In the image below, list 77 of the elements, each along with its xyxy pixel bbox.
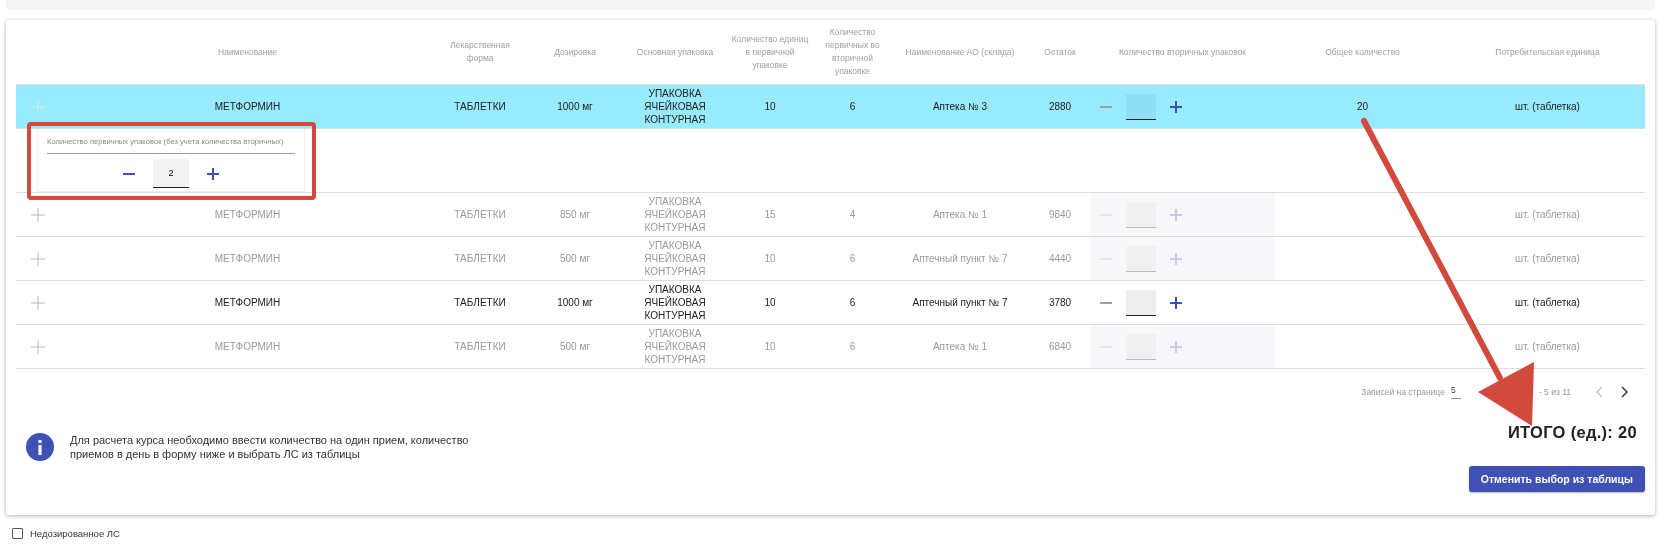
checkbox-label: Недозированное ЛС bbox=[30, 528, 120, 539]
expand-plus-icon[interactable] bbox=[31, 295, 45, 310]
name-cell: МЕТФОРМИН bbox=[214, 297, 281, 308]
dosage-cell: 850 мг bbox=[560, 209, 590, 220]
form-cell: ТАБЛЕТКИ bbox=[454, 253, 506, 264]
table-row[interactable]: МЕТФОРМИН ТАБЛЕТКИ 1000 мг УПАКОВКА ЯЧЕЙКОВАЯ КОНТУРНАЯ 10 6 Аптечный пункт № 7 3780 шт. (таблетка) bbox=[16, 280, 1645, 325]
dosage-cell: 500 мг bbox=[560, 341, 590, 352]
column-header: Количество единиц в первичной упаковке bbox=[731, 33, 809, 70]
quantity-field[interactable] bbox=[1126, 289, 1156, 316]
units-cell: 10 bbox=[764, 101, 776, 112]
column-header: Остаток bbox=[1044, 46, 1076, 57]
stock-cell: 9840 bbox=[1048, 209, 1072, 220]
name-cell: МЕТФОРМИН bbox=[214, 253, 281, 264]
rows-per-page-select[interactable]: 5 bbox=[1450, 385, 1461, 399]
dosage-cell: 500 мг bbox=[560, 253, 590, 264]
info-message: Для расчета курса необходимо ввести количество на один прием, количество приемов в день в форму ниже и выбрать ЛС из таблицы bbox=[70, 433, 470, 461]
page-range: - 5 из 11 bbox=[1538, 387, 1571, 397]
name-cell: МЕТФОРМИН bbox=[214, 101, 281, 112]
stock-cell: 4440 bbox=[1048, 253, 1072, 264]
unit-cell: шт. (таблетка) bbox=[1515, 209, 1580, 220]
primary-count-cell: 6 bbox=[849, 297, 856, 308]
column-header: Потребительская единица bbox=[1495, 46, 1600, 57]
name-cell: МЕТФОРМИН bbox=[214, 341, 281, 352]
packaging-cell: УПАКОВКА ЯЧЕЙКОВАЯ КОНТУРНАЯ bbox=[644, 328, 706, 365]
primary-count-cell: 6 bbox=[849, 253, 856, 264]
checkbox[interactable] bbox=[12, 528, 23, 539]
units-cell: 10 bbox=[764, 341, 776, 352]
form-cell: ТАБЛЕТКИ bbox=[454, 341, 506, 352]
table-row[interactable]: МЕТФОРМИН ТАБЛЕТКИ 1000 мг УПАКОВКА ЯЧЕЙКОВАЯ КОНТУРНАЯ 10 6 Аптека № 3 2880 20 шт. (таблетка) bbox=[16, 84, 1645, 129]
column-header: Общее количество bbox=[1325, 46, 1400, 57]
unit-cell: шт. (таблетка) bbox=[1515, 341, 1580, 352]
stock-cell: 6840 bbox=[1048, 341, 1072, 352]
form-cell: ТАБЛЕТКИ bbox=[454, 209, 506, 220]
packaging-cell: УПАКОВКА ЯЧЕЙКОВАЯ КОНТУРНАЯ bbox=[644, 240, 706, 277]
column-header: Лекарственная форма bbox=[450, 40, 510, 63]
next-page-icon[interactable] bbox=[1621, 386, 1629, 398]
pharmacy-cell: Аптека № 1 bbox=[932, 209, 988, 220]
column-header: Наименование АО (склада) bbox=[905, 46, 1015, 57]
primary-count-cell: 6 bbox=[849, 101, 856, 112]
total-cell: 20 bbox=[1356, 101, 1369, 112]
cancel-selection-button[interactable]: Отменить выбор из таблицы bbox=[1468, 466, 1645, 492]
info-icon bbox=[26, 433, 54, 461]
pharmacy-cell: Аптека № 3 bbox=[932, 101, 988, 112]
dosage-cell: 1000 мг bbox=[557, 101, 593, 112]
total-amount: ИТОГО (ед.): 20 bbox=[1507, 423, 1638, 442]
stock-cell: 3780 bbox=[1048, 297, 1072, 308]
plus-icon[interactable] bbox=[1170, 100, 1182, 113]
plus-icon[interactable] bbox=[207, 167, 219, 180]
primary-count-cell: 4 bbox=[849, 209, 856, 220]
packaging-cell: УПАКОВКА ЯЧЕЙКОВАЯ КОНТУРНАЯ bbox=[644, 88, 706, 125]
rows-per-page-label: Записей на странице bbox=[1361, 387, 1445, 397]
minus-icon[interactable] bbox=[123, 172, 135, 175]
name-cell: МЕТФОРМИН bbox=[214, 209, 281, 220]
form-cell: ТАБЛЕТКИ bbox=[454, 297, 506, 308]
units-cell: 10 bbox=[764, 297, 776, 308]
quantity-field[interactable]: 2 bbox=[153, 159, 189, 188]
unit-cell: шт. (таблетка) bbox=[1515, 253, 1580, 264]
column-header: Наименование bbox=[218, 46, 277, 57]
dosage-cell: 1000 мг bbox=[557, 297, 593, 308]
column-header: Количество вторичных упаковок bbox=[1118, 46, 1247, 57]
column-header: Дозировка bbox=[554, 46, 596, 57]
column-header: Основная упаковка bbox=[636, 46, 714, 57]
pharmacy-cell: Аптечный пункт № 7 bbox=[912, 253, 1008, 264]
stock-cell: 2880 bbox=[1048, 101, 1072, 112]
form-cell: ТАБЛЕТКИ bbox=[454, 101, 506, 112]
primary-count-cell: 6 bbox=[849, 341, 856, 352]
column-header: Количество первичных во вторичной упаковке bbox=[825, 27, 880, 76]
plus-icon[interactable] bbox=[1170, 296, 1182, 309]
pharmacy-cell: Аптечный пункт № 7 bbox=[912, 297, 1008, 308]
pharmacy-cell: Аптека № 1 bbox=[932, 341, 988, 352]
packaging-cell: УПАКОВКА ЯЧЕЙКОВАЯ КОНТУРНАЯ bbox=[644, 196, 706, 233]
units-cell: 10 bbox=[764, 253, 776, 264]
units-cell: 15 bbox=[764, 209, 776, 220]
quantity-field[interactable] bbox=[1126, 93, 1156, 120]
unit-cell: шт. (таблетка) bbox=[1515, 101, 1580, 112]
unit-cell: шт. (таблетка) bbox=[1515, 297, 1580, 308]
packaging-cell: УПАКОВКА ЯЧЕЙКОВАЯ КОНТУРНАЯ bbox=[644, 284, 706, 321]
